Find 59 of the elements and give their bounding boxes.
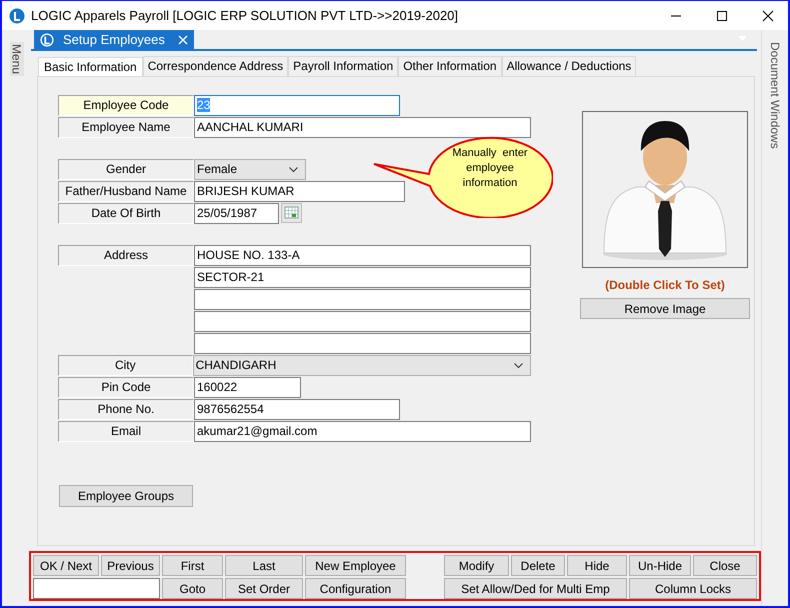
remove-image-button[interactable]: Remove Image xyxy=(580,298,750,319)
toolbar-button[interactable]: New Employee xyxy=(305,555,406,576)
address-line-field[interactable] xyxy=(194,289,531,310)
field-label: Employee Code xyxy=(58,95,194,116)
toolbar-button[interactable]: Hide xyxy=(567,555,627,576)
input-field[interactable]: AANCHAL KUMARI xyxy=(194,117,531,138)
document-windows-tab[interactable]: Document Windows xyxy=(768,42,782,162)
toolbar-button[interactable]: Goto xyxy=(162,578,223,599)
field-label: City xyxy=(58,355,193,376)
tab[interactable]: Basic Information xyxy=(38,57,143,76)
close-icon[interactable] xyxy=(762,10,774,22)
toolbar-button[interactable]: First xyxy=(162,555,223,576)
address-line-field[interactable] xyxy=(194,311,531,332)
toolbar-button[interactable]: Delete xyxy=(511,555,565,576)
field-label: Father/Husband Name xyxy=(58,181,194,202)
toolbar-button[interactable]: Un-Hide xyxy=(629,555,691,576)
input-field[interactable]: 9876562554 xyxy=(194,399,400,420)
document-tab[interactable]: Setup Employees xyxy=(34,30,194,49)
window-title: LOGIC Apparels Payroll [LOGIC ERP SOLUTION PVT LTD->>2019-2020] xyxy=(31,8,458,23)
address-line-field[interactable] xyxy=(194,333,531,354)
tab[interactable]: Other Information xyxy=(398,56,502,76)
tab[interactable]: Allowance / Deductions xyxy=(502,56,636,76)
dropdown-field[interactable]: Female xyxy=(194,159,306,180)
toolbar-button[interactable]: Close xyxy=(693,555,757,576)
toolbar-button[interactable]: Configuration xyxy=(305,578,406,599)
chevron-down-icon xyxy=(289,166,298,172)
input-field[interactable] xyxy=(33,578,160,599)
input-field[interactable]: akumar21@gmail.com xyxy=(194,421,531,442)
address-line-field[interactable]: HOUSE NO. 133-A xyxy=(194,245,531,266)
toolbar-button[interactable]: Previous xyxy=(101,555,160,576)
field-label: Phone No. xyxy=(58,399,194,420)
field-label: Pin Code xyxy=(58,377,194,398)
field-label: Email xyxy=(58,421,194,442)
tab[interactable]: Payroll Information xyxy=(288,56,398,76)
app-logo-icon xyxy=(9,8,25,24)
toolbar-button[interactable]: OK / Next xyxy=(33,555,99,576)
app-logo-icon xyxy=(40,32,54,46)
toolbar-button[interactable]: Set Allow/Ded for Multi Emp xyxy=(444,578,627,599)
maximize-icon[interactable] xyxy=(716,10,728,22)
toolbar-button[interactable]: Modify xyxy=(444,555,509,576)
input-field[interactable]: BRIJESH KUMAR xyxy=(194,181,405,202)
photo-caption: (Double Click To Set) xyxy=(605,278,725,292)
chevron-down-icon xyxy=(514,362,523,368)
date-field[interactable]: 25/05/1987 xyxy=(194,203,279,224)
dropdown-field[interactable]: CHANDIGARH xyxy=(192,355,531,376)
address-line-field[interactable]: SECTOR-21 xyxy=(194,267,531,288)
employee-groups-button[interactable]: Employee Groups xyxy=(59,485,193,507)
menu-tab[interactable]: Menu xyxy=(10,42,24,76)
field-label: Date Of Birth xyxy=(58,203,194,224)
toolbar-button[interactable]: Last xyxy=(225,555,303,576)
field-label: Gender xyxy=(58,159,194,180)
toolbar-button[interactable]: Column Locks xyxy=(629,578,757,599)
toolbar-button[interactable]: Set Order xyxy=(225,578,303,599)
calendar-icon[interactable] xyxy=(281,203,302,223)
field-label: Address xyxy=(58,245,194,266)
input-field[interactable]: 160022 xyxy=(194,377,301,398)
tab[interactable]: Correspondence Address xyxy=(142,56,288,76)
field-label: Employee Name xyxy=(58,117,194,138)
callout-text: Manually enter employee information xyxy=(451,146,529,191)
